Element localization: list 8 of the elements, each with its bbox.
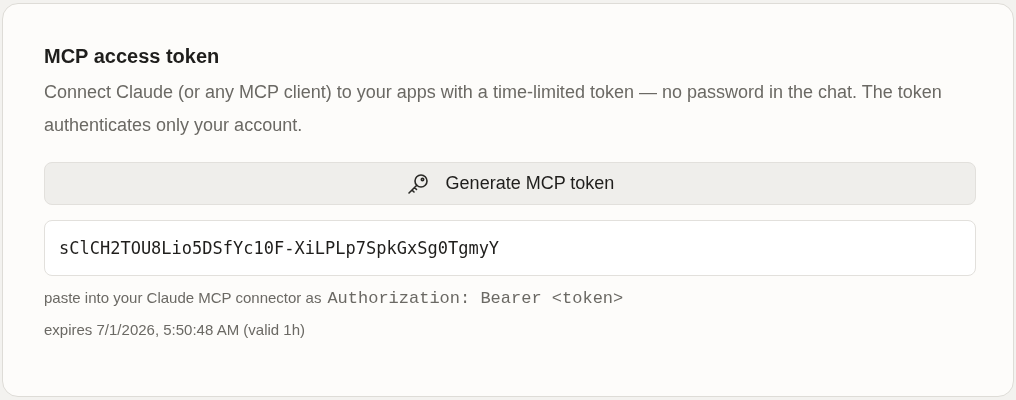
section-title: MCP access token — [44, 44, 221, 69]
hint-text: paste into your Claude MCP connector as — [44, 288, 322, 308]
code-snippet: Authorization: Bearer <token> — [327, 288, 624, 310]
token-field[interactable]: sClCH2TOU8Lio5DSfYc10F-XiLPLp7SpkGxSg0TgmyY — [44, 220, 976, 276]
key-icon — [405, 171, 430, 196]
description: Connect Claude (or any MCP client) to your apps with a time-limited token — no password in the chat. The token authenticates only your account. — [44, 81, 943, 137]
expiry-text: expires 7/1/2026, 5:50:48 AM (valid 1h) — [44, 320, 306, 340]
generate-token-button[interactable]: Generate MCP token — [44, 162, 976, 205]
